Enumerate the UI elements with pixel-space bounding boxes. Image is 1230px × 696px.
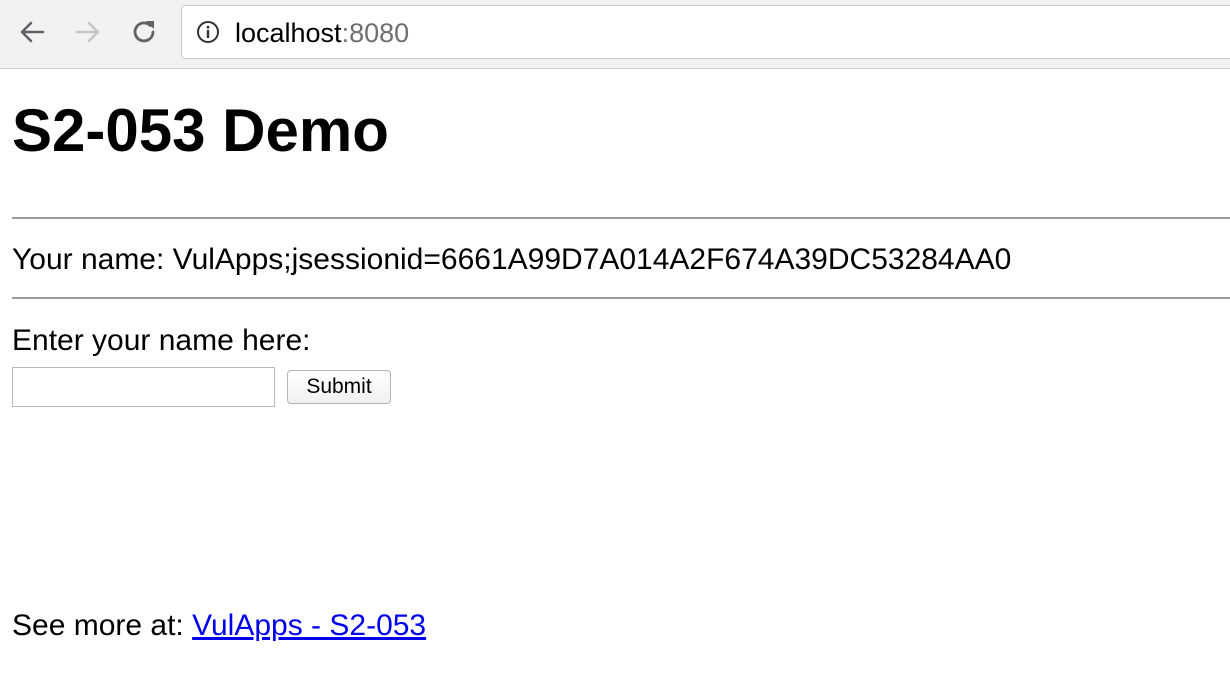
page-title: S2-053 Demo [12, 97, 389, 164]
name-prompt: Enter your name here: [12, 324, 311, 357]
submit-button[interactable]: Submit [287, 370, 391, 404]
address-bar[interactable]: localhost:8080 [181, 5, 1230, 59]
reload-icon [133, 21, 155, 43]
url-port: :8080 [341, 18, 410, 48]
divider-top [12, 217, 1230, 219]
divider-bottom [12, 297, 1230, 299]
browser-toolbar: localhost:8080 [0, 0, 1230, 69]
forward-button[interactable] [70, 14, 106, 50]
name-label: Your name: [12, 243, 173, 276]
arrow-right-icon [75, 21, 100, 43]
vulapps-link[interactable]: VulApps - S2-053 [192, 609, 426, 642]
arrow-left-icon [20, 21, 45, 43]
reload-button[interactable] [126, 14, 162, 50]
info-circle-icon[interactable] [196, 20, 220, 44]
url-text[interactable]: localhost:8080 [235, 17, 409, 49]
footer-prefix: See more at: [12, 609, 193, 642]
name-display: Your name: VulApps;jsessionid=6661A99D7A… [12, 242, 1011, 278]
url-host: localhost [235, 18, 342, 48]
name-value: VulApps;jsessionid=6661A99D7A014A2F674A3… [172, 243, 1012, 276]
back-button[interactable] [14, 14, 50, 50]
name-input[interactable] [12, 367, 275, 407]
footer: See more at: VulApps - S2-053 [12, 608, 426, 644]
